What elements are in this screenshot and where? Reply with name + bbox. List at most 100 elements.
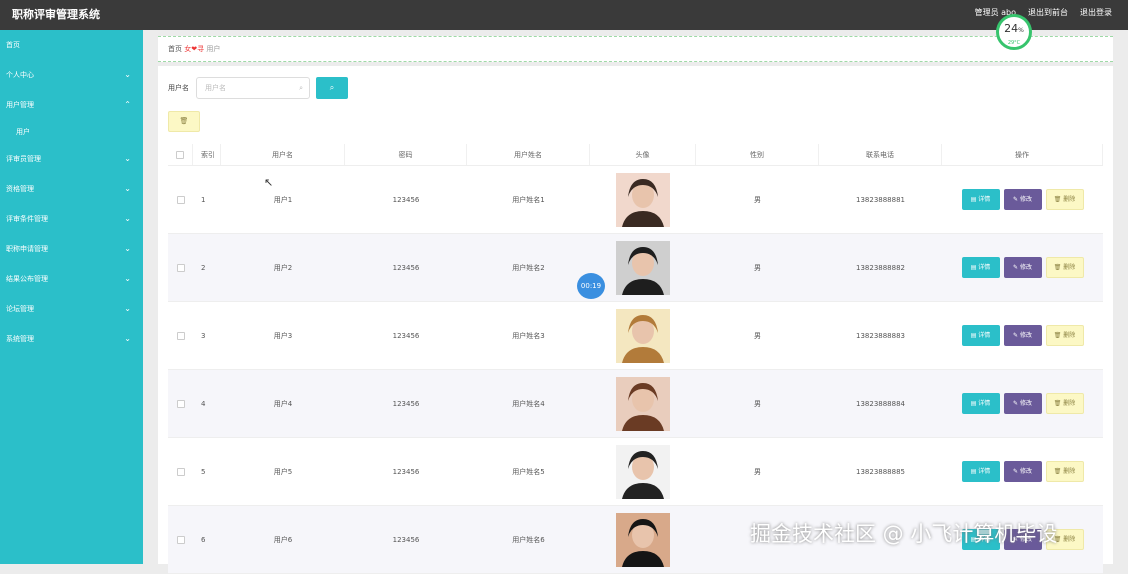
- sidebar-item-review-conditions[interactable]: 评审条件管理 ⌄: [0, 204, 143, 234]
- trash-icon: 🗑: [179, 117, 189, 125]
- chevron-down-icon: ⌄: [124, 184, 131, 193]
- row-actions: ▤ 详情 ✎ 修改 🗑 删除: [942, 234, 1103, 301]
- sidebar-item-label: 论坛管理: [6, 305, 34, 313]
- header-avatar: 头像: [590, 144, 696, 165]
- edit-label: 修改: [1019, 196, 1032, 203]
- row-actions: ▤ 详情 ✎ 修改 🗑 删除: [942, 302, 1103, 369]
- header-realname: 用户姓名: [467, 144, 590, 165]
- watermark: 掘金技术社区 @ 小飞计算机毕设: [750, 522, 1058, 546]
- sidebar-item-label: 用户: [16, 128, 30, 136]
- table-row: 4 用户4 123456 用户姓名4 男 13823888884 ▤ 详情 ✎ 修改 🗑 删除: [168, 370, 1103, 438]
- row-username: 用户6: [273, 535, 293, 544]
- edit-button[interactable]: ✎ 修改: [1003, 257, 1042, 278]
- detail-label: 详情: [978, 468, 991, 475]
- sidebar-item-label: 评审员管理: [6, 155, 41, 163]
- chevron-down-icon: ⌄: [124, 244, 131, 253]
- row-index: 5: [201, 467, 206, 476]
- sidebar-item-results[interactable]: 结果公布管理 ⌄: [0, 264, 143, 294]
- sidebar-item-label: 系统管理: [6, 335, 34, 343]
- sidebar-item-profile[interactable]: 个人中心 ⌄: [0, 60, 143, 90]
- row-checkbox[interactable]: [168, 506, 193, 573]
- delete-label: 删除: [1063, 400, 1076, 407]
- row-checkbox[interactable]: [168, 438, 193, 505]
- cpu-gauge: 24% 29°C: [996, 14, 1032, 50]
- detail-button[interactable]: ▤ 详情: [961, 189, 1000, 210]
- gauge-percent-value: 24: [1004, 22, 1019, 35]
- sidebar-item-label: 用户管理: [6, 101, 34, 109]
- row-avatar-cell: [590, 302, 696, 369]
- delete-button[interactable]: 🗑 删除: [1045, 257, 1084, 278]
- search-icon: ⌕: [329, 83, 335, 92]
- batch-delete-button[interactable]: 🗑: [168, 111, 200, 132]
- row-index: 2: [201, 263, 206, 272]
- chevron-down-icon: ⌄: [124, 274, 131, 283]
- delete-button[interactable]: 🗑 删除: [1045, 393, 1084, 414]
- row-username: 用户2: [273, 263, 293, 272]
- gauge-percent: 24%: [999, 20, 1029, 40]
- row-checkbox[interactable]: [168, 166, 193, 233]
- row-realname: 用户姓名4: [512, 399, 545, 408]
- row-avatar-cell: [590, 234, 696, 301]
- table-row: 3 用户3 123456 用户姓名3 男 13823888883 ▤ 详情 ✎ 修改 🗑 删除: [168, 302, 1103, 370]
- row-password: 123456: [392, 535, 420, 544]
- detail-label: 详情: [978, 264, 991, 271]
- edit-button[interactable]: ✎ 修改: [1003, 393, 1042, 414]
- chevron-down-icon: ⌄: [124, 154, 131, 163]
- header-gender: 性别: [696, 144, 819, 165]
- detail-button[interactable]: ▤ 详情: [961, 325, 1000, 346]
- row-actions: ▤ 详情 ✎ 修改 🗑 删除: [942, 438, 1103, 505]
- logout-link[interactable]: 退出登录: [1080, 7, 1112, 18]
- table-row: 2 用户2 123456 用户姓名2 男 13823888882 ▤ 详情 ✎ 修改 🗑 删除: [168, 234, 1103, 302]
- row-checkbox[interactable]: [168, 370, 193, 437]
- delete-label: 删除: [1063, 332, 1076, 339]
- sidebar-item-applications[interactable]: 职称申请管理 ⌄: [0, 234, 143, 264]
- edit-button[interactable]: ✎ 修改: [1003, 189, 1042, 210]
- row-realname: 用户姓名3: [512, 331, 545, 340]
- search-placeholder: 用户名: [205, 84, 226, 92]
- edit-icon: ✎: [1013, 196, 1020, 203]
- edit-icon: ✎: [1013, 264, 1020, 271]
- row-phone: 13823888885: [856, 467, 905, 476]
- sidebar-item-qualification[interactable]: 资格管理 ⌄: [0, 174, 143, 204]
- search-button[interactable]: ⌕: [316, 77, 348, 99]
- row-checkbox[interactable]: [168, 302, 193, 369]
- edit-icon: ✎: [1013, 468, 1020, 475]
- chevron-down-icon: ⌄: [124, 214, 131, 223]
- row-checkbox[interactable]: [168, 234, 193, 301]
- breadcrumb-heart: 女❤寻: [184, 45, 205, 53]
- row-phone: 13823888884: [856, 399, 905, 408]
- header-actions: 操作: [942, 144, 1103, 165]
- detail-button[interactable]: ▤ 详情: [961, 393, 1000, 414]
- detail-label: 详情: [978, 196, 991, 203]
- breadcrumb-home[interactable]: 首页: [168, 45, 182, 53]
- sidebar-item-forum[interactable]: 论坛管理 ⌄: [0, 294, 143, 324]
- sidebar-subitem-users[interactable]: 用户: [0, 120, 143, 144]
- row-avatar-cell: [590, 438, 696, 505]
- search-input[interactable]: 用户名 ⌕: [196, 77, 310, 99]
- trash-icon: 🗑: [1053, 332, 1064, 339]
- row-actions: ▤ 详情 ✎ 修改 🗑 删除: [942, 166, 1103, 233]
- sidebar-item-home[interactable]: 首页: [0, 30, 143, 60]
- delete-button[interactable]: 🗑 删除: [1045, 189, 1084, 210]
- edit-label: 修改: [1019, 264, 1032, 271]
- edit-icon: ✎: [1013, 400, 1020, 407]
- row-index: 4: [201, 399, 206, 408]
- avatar: [616, 512, 670, 567]
- sidebar: 首页 个人中心 ⌄ 用户管理 ⌃ 用户 评审员管理 ⌄ 资格管理 ⌄ 评审条件管理 ⌄ 职…: [0, 30, 143, 564]
- detail-button[interactable]: ▤ 详情: [961, 257, 1000, 278]
- sidebar-item-reviewers[interactable]: 评审员管理 ⌄: [0, 144, 143, 174]
- back-to-front-link[interactable]: 退出到前台: [1028, 7, 1068, 18]
- edit-button[interactable]: ✎ 修改: [1003, 461, 1042, 482]
- delete-button[interactable]: 🗑 删除: [1045, 461, 1084, 482]
- select-all-checkbox[interactable]: [168, 144, 193, 165]
- detail-button[interactable]: ▤ 详情: [961, 461, 1000, 482]
- edit-label: 修改: [1019, 332, 1032, 339]
- edit-button[interactable]: ✎ 修改: [1003, 325, 1042, 346]
- trash-icon: 🗑: [1053, 468, 1064, 475]
- sidebar-item-system[interactable]: 系统管理 ⌄: [0, 324, 143, 354]
- sidebar-item-user-management[interactable]: 用户管理 ⌃: [0, 90, 143, 120]
- delete-button[interactable]: 🗑 删除: [1045, 325, 1084, 346]
- table-header: 索引 用户名 密码 用户姓名 头像 性别 联系电话 操作: [168, 144, 1103, 166]
- edit-label: 修改: [1019, 400, 1032, 407]
- sidebar-item-label: 资格管理: [6, 185, 34, 193]
